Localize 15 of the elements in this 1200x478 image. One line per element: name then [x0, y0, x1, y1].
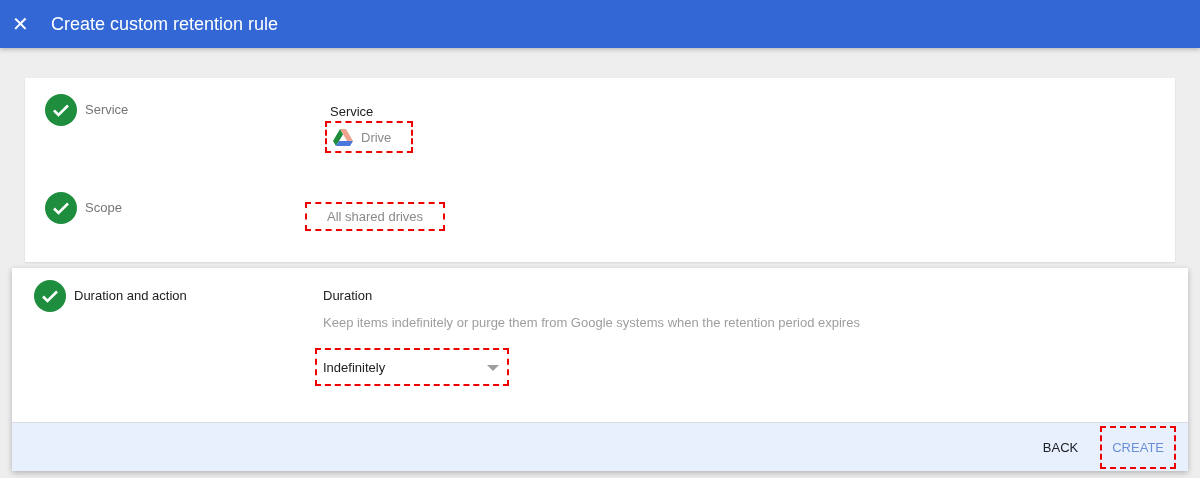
close-button[interactable]: ✕	[4, 12, 37, 36]
duration-dropdown[interactable]: Indefinitely	[315, 348, 509, 386]
field-label: Service	[330, 104, 374, 119]
step-label[interactable]: Scope	[85, 200, 122, 215]
back-button[interactable]: BACK	[1030, 425, 1091, 469]
step-label[interactable]: Duration and action	[74, 288, 187, 303]
dropdown-caret-icon	[487, 364, 499, 371]
field-hint: Keep items indefinitely or purge them from Google systems when the retention period expires	[323, 315, 860, 330]
field-label: Duration	[323, 288, 373, 303]
create-button[interactable]: CREATE	[1100, 425, 1176, 469]
step-value: All shared drives	[305, 202, 446, 231]
step-label[interactable]: Service	[85, 102, 129, 117]
drive-triangle-icon	[333, 128, 353, 146]
step-value: Drive	[325, 121, 414, 153]
dialog-title: Create custom retention rule	[51, 13, 279, 35]
